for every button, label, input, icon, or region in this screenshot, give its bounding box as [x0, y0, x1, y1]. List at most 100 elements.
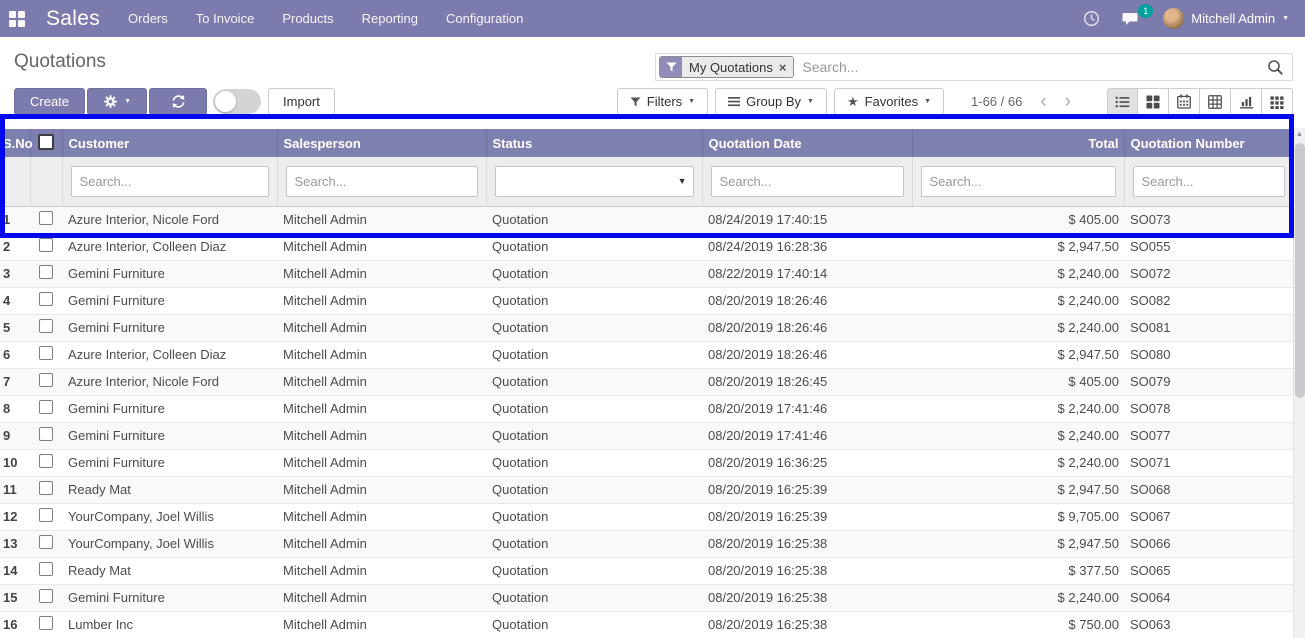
- view-pivot-button[interactable]: [1200, 88, 1231, 115]
- view-list-button[interactable]: [1107, 88, 1138, 115]
- total-filter-input[interactable]: [921, 166, 1116, 197]
- scrollbar-thumb[interactable]: [1295, 143, 1305, 398]
- customer-filter-input[interactable]: [71, 166, 269, 197]
- activities-clock-icon[interactable]: [1083, 10, 1100, 27]
- filters-button[interactable]: Filters ▼: [617, 88, 708, 115]
- row-checkbox-cell[interactable]: [30, 557, 62, 584]
- status-filter-select[interactable]: ▼: [495, 166, 694, 197]
- row-checkbox[interactable]: [39, 265, 53, 279]
- row-checkbox-cell[interactable]: [30, 233, 62, 260]
- row-checkbox-cell[interactable]: [30, 287, 62, 314]
- number-filter-input[interactable]: [1133, 166, 1286, 197]
- select-all-checkbox[interactable]: [38, 134, 54, 150]
- view-graph-button[interactable]: [1231, 88, 1262, 115]
- view-calendar-button[interactable]: [1169, 88, 1200, 115]
- date-filter-input[interactable]: [711, 166, 904, 197]
- table-row[interactable]: 15 Gemini Furniture Mitchell Admin Quota…: [0, 584, 1293, 611]
- table-row[interactable]: 6 Azure Interior, Colleen Diaz Mitchell …: [0, 341, 1293, 368]
- table-row[interactable]: 16 Lumber Inc Mitchell Admin Quotation 0…: [0, 611, 1293, 638]
- pager-previous-icon[interactable]: ‹: [1040, 92, 1046, 111]
- table-row[interactable]: 10 Gemini Furniture Mitchell Admin Quota…: [0, 449, 1293, 476]
- table-row[interactable]: 4 Gemini Furniture Mitchell Admin Quotat…: [0, 287, 1293, 314]
- column-header-select-all[interactable]: [30, 129, 62, 157]
- row-checkbox[interactable]: [39, 211, 53, 225]
- table-row[interactable]: 9 Gemini Furniture Mitchell Admin Quotat…: [0, 422, 1293, 449]
- menu-products[interactable]: Products: [282, 11, 333, 26]
- table-row[interactable]: 5 Gemini Furniture Mitchell Admin Quotat…: [0, 314, 1293, 341]
- row-checkbox[interactable]: [39, 616, 53, 630]
- row-checkbox-cell[interactable]: [30, 395, 62, 422]
- row-checkbox[interactable]: [39, 427, 53, 441]
- menu-orders[interactable]: Orders: [128, 11, 168, 26]
- kanban-view-icon: [1146, 95, 1160, 109]
- column-header-date[interactable]: Quotation Date: [702, 129, 912, 157]
- row-checkbox[interactable]: [39, 589, 53, 603]
- row-checkbox[interactable]: [39, 292, 53, 306]
- row-checkbox[interactable]: [39, 238, 53, 252]
- row-checkbox-cell[interactable]: [30, 368, 62, 395]
- table-row[interactable]: 8 Gemini Furniture Mitchell Admin Quotat…: [0, 395, 1293, 422]
- refresh-button[interactable]: [149, 88, 207, 115]
- row-checkbox[interactable]: [39, 373, 53, 387]
- list-edit-toggle[interactable]: [213, 89, 261, 114]
- row-checkbox-cell[interactable]: [30, 314, 62, 341]
- search-input[interactable]: [794, 59, 1267, 75]
- search-facet-my-quotations[interactable]: My Quotations ×: [659, 56, 794, 78]
- search-magnifier-icon[interactable]: [1267, 59, 1284, 76]
- apps-menu-icon[interactable]: [0, 0, 34, 37]
- user-menu[interactable]: Mitchell Admin ▼: [1163, 8, 1289, 29]
- row-checkbox-cell[interactable]: [30, 530, 62, 557]
- row-checkbox[interactable]: [39, 454, 53, 468]
- column-header-sno[interactable]: S.No: [0, 129, 30, 157]
- column-header-customer[interactable]: Customer: [62, 129, 277, 157]
- create-button[interactable]: Create: [14, 88, 85, 115]
- row-checkbox-cell[interactable]: [30, 260, 62, 287]
- row-checkbox-cell[interactable]: [30, 206, 62, 233]
- view-activity-button[interactable]: [1262, 88, 1293, 115]
- row-checkbox-cell[interactable]: [30, 476, 62, 503]
- view-kanban-button[interactable]: [1138, 88, 1169, 115]
- search-bar[interactable]: My Quotations ×: [655, 53, 1293, 81]
- row-checkbox[interactable]: [39, 562, 53, 576]
- row-checkbox[interactable]: [39, 508, 53, 522]
- vertical-scrollbar[interactable]: ▲: [1293, 128, 1305, 638]
- row-checkbox[interactable]: [39, 481, 53, 495]
- facet-remove-icon[interactable]: ×: [779, 60, 787, 75]
- row-checkbox-cell[interactable]: [30, 584, 62, 611]
- table-row[interactable]: 11 Ready Mat Mitchell Admin Quotation 08…: [0, 476, 1293, 503]
- group-by-button[interactable]: Group By ▼: [715, 88, 827, 115]
- table-row[interactable]: 3 Gemini Furniture Mitchell Admin Quotat…: [0, 260, 1293, 287]
- favorites-button[interactable]: ★ Favorites ▼: [834, 88, 944, 115]
- row-checkbox-cell[interactable]: [30, 341, 62, 368]
- pager-next-icon[interactable]: ›: [1065, 92, 1071, 111]
- scrollbar-up-arrow-icon[interactable]: ▲: [1294, 128, 1305, 141]
- table-row[interactable]: 7 Azure Interior, Nicole Ford Mitchell A…: [0, 368, 1293, 395]
- row-checkbox-cell[interactable]: [30, 503, 62, 530]
- messages-icon[interactable]: 1: [1122, 11, 1141, 27]
- row-checkbox[interactable]: [39, 346, 53, 360]
- row-checkbox-cell[interactable]: [30, 422, 62, 449]
- table-row[interactable]: 12 YourCompany, Joel Willis Mitchell Adm…: [0, 503, 1293, 530]
- menu-to-invoice[interactable]: To Invoice: [196, 11, 255, 26]
- table-row[interactable]: 13 YourCompany, Joel Willis Mitchell Adm…: [0, 530, 1293, 557]
- column-header-status[interactable]: Status: [486, 129, 702, 157]
- row-checkbox[interactable]: [39, 319, 53, 333]
- row-number: 9: [0, 422, 30, 449]
- row-number: 2: [0, 233, 30, 260]
- column-header-total[interactable]: Total: [912, 129, 1124, 157]
- row-checkbox[interactable]: [39, 400, 53, 414]
- action-gear-button[interactable]: ▼: [87, 88, 147, 115]
- salesperson-filter-input[interactable]: [286, 166, 478, 197]
- row-checkbox-cell[interactable]: [30, 449, 62, 476]
- app-brand[interactable]: Sales: [46, 7, 100, 31]
- menu-reporting[interactable]: Reporting: [362, 11, 418, 26]
- row-checkbox-cell[interactable]: [30, 611, 62, 638]
- menu-configuration[interactable]: Configuration: [446, 11, 523, 26]
- table-row[interactable]: 1 Azure Interior, Nicole Ford Mitchell A…: [0, 206, 1293, 233]
- table-row[interactable]: 14 Ready Mat Mitchell Admin Quotation 08…: [0, 557, 1293, 584]
- row-checkbox[interactable]: [39, 535, 53, 549]
- import-button[interactable]: Import: [268, 88, 335, 115]
- column-header-salesperson[interactable]: Salesperson: [277, 129, 486, 157]
- column-header-number[interactable]: Quotation Number: [1124, 129, 1293, 157]
- table-row[interactable]: 2 Azure Interior, Colleen Diaz Mitchell …: [0, 233, 1293, 260]
